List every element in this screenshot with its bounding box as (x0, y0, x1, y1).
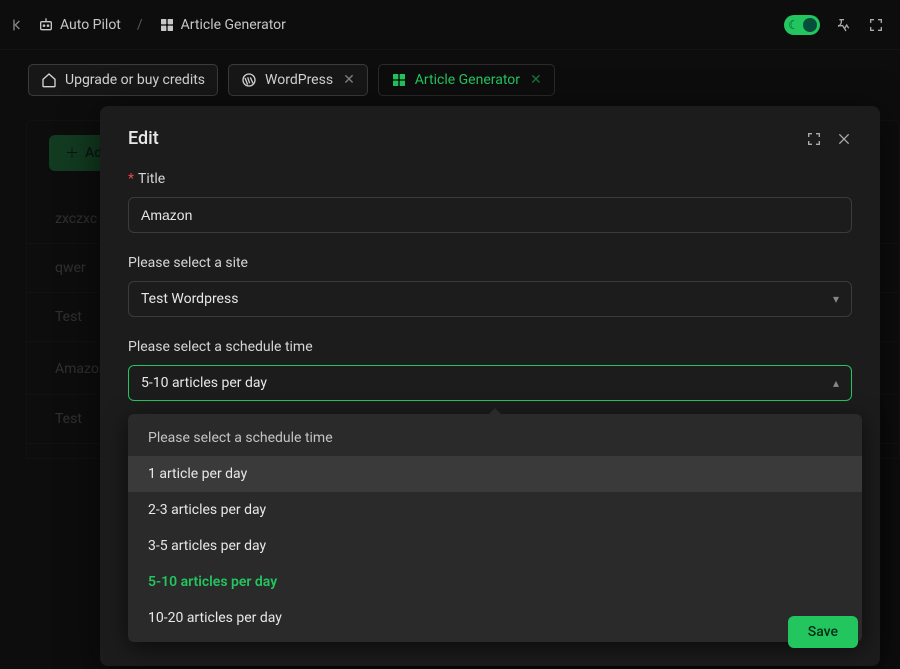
moon-icon: ☾ (788, 18, 799, 32)
tab-article-generator[interactable]: Article Generator ✕ (378, 64, 555, 96)
top-bar: Auto Pilot / Article Generator ☾ (0, 0, 900, 50)
dropdown-placeholder[interactable]: Please select a schedule time (128, 420, 862, 456)
schedule-select-value: 5-10 articles per day (141, 375, 267, 391)
modal-title: Edit (128, 128, 159, 149)
schedule-label: Please select a schedule time (128, 339, 852, 355)
schedule-dropdown: Please select a schedule time 1 article … (128, 414, 862, 642)
schedule-select[interactable]: 5-10 articles per day ▴ (128, 365, 852, 401)
sidebar-collapse-icon[interactable] (10, 17, 26, 33)
plus-icon: ＋ (65, 143, 79, 163)
save-button-label: Save (808, 624, 838, 640)
tab-wordpress[interactable]: WordPress ✕ (228, 64, 368, 96)
grid-icon (391, 72, 407, 88)
breadcrumb-root-label: Auto Pilot (60, 17, 121, 33)
expand-icon[interactable] (806, 131, 822, 147)
breadcrumb-section[interactable]: Article Generator (159, 17, 286, 33)
home-icon (41, 72, 57, 88)
chevron-down-icon: ▾ (833, 292, 839, 306)
breadcrumb-section-label: Article Generator (181, 17, 286, 33)
dropdown-option[interactable]: 2-3 articles per day (128, 492, 862, 528)
site-select-value: Test Wordpress (141, 291, 238, 307)
site-select[interactable]: Test Wordpress ▾ (128, 281, 852, 317)
save-button[interactable]: Save (788, 616, 858, 648)
breadcrumb-root[interactable]: Auto Pilot (38, 17, 121, 33)
title-label: *Title (128, 171, 852, 187)
dark-mode-toggle[interactable]: ☾ (784, 15, 820, 35)
top-bar-actions: ☾ (784, 15, 884, 35)
tab-article-generator-label: Article Generator (415, 72, 520, 88)
wordpress-icon (241, 72, 257, 88)
fullscreen-icon[interactable] (868, 17, 884, 33)
dropdown-option[interactable]: 5-10 articles per day (128, 564, 862, 600)
dropdown-option[interactable]: 10-20 articles per day (128, 600, 862, 636)
chevron-up-icon: ▴ (833, 376, 839, 390)
edit-modal: Edit *Title Please select a site Test Wo… (100, 106, 880, 666)
robot-icon (38, 17, 54, 33)
grid-icon (159, 17, 175, 33)
breadcrumb-separator: / (137, 17, 143, 33)
site-label: Please select a site (128, 255, 852, 271)
breadcrumb: Auto Pilot / Article Generator (10, 17, 286, 33)
modal-header: Edit (128, 128, 852, 149)
title-input[interactable] (128, 197, 852, 233)
tab-strip: Upgrade or buy credits WordPress ✕ Artic… (0, 50, 900, 108)
tab-wordpress-label: WordPress (265, 72, 333, 88)
required-asterisk: * (128, 171, 134, 187)
tab-upgrade[interactable]: Upgrade or buy credits (28, 64, 218, 96)
close-icon[interactable] (836, 131, 852, 147)
close-icon[interactable]: ✕ (530, 72, 542, 88)
tab-upgrade-label: Upgrade or buy credits (65, 72, 205, 88)
close-icon[interactable]: ✕ (343, 72, 355, 88)
language-icon[interactable] (836, 17, 852, 33)
dropdown-option[interactable]: 3-5 articles per day (128, 528, 862, 564)
dropdown-option[interactable]: 1 article per day (128, 456, 862, 492)
